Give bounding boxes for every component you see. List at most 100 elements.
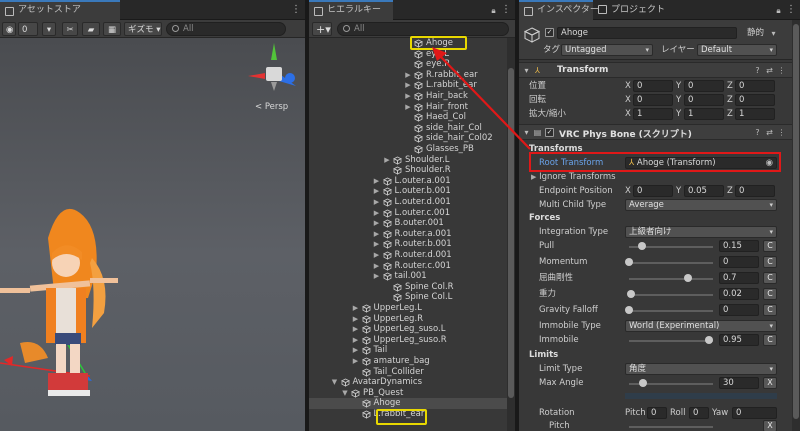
- hierarchy-row[interactable]: ▶ Shoulder.L: [309, 155, 507, 166]
- preset-icon[interactable]: ⇄: [765, 128, 774, 137]
- slider-knob[interactable]: [626, 290, 635, 298]
- foldout-arrow-icon[interactable]: ▶: [373, 250, 381, 261]
- scene-tab-menu-icon[interactable]: ⋮: [291, 3, 301, 17]
- transform-z-field[interactable]: 1: [735, 108, 775, 120]
- foldout-arrow-icon[interactable]: ▾: [522, 128, 531, 137]
- curve-button[interactable]: C: [763, 256, 777, 268]
- max-angle-x-button[interactable]: X: [763, 377, 777, 389]
- foldout-arrow-icon[interactable]: ▶: [373, 186, 381, 197]
- hierarchy-row[interactable]: ▶ L.outer.c.001: [309, 208, 507, 219]
- foldout-arrow-icon[interactable]: ▶: [352, 345, 360, 356]
- slider-value-field[interactable]: 0.7: [719, 272, 759, 284]
- hierarchy-row[interactable]: ▶ L.outer.d.001: [309, 197, 507, 208]
- integration-dropdown[interactable]: 上級者向け ▾: [625, 226, 777, 238]
- transform-header[interactable]: ▾ ⅄ Transform ? ⇄ ⋮: [519, 62, 792, 78]
- foldout-arrow-icon[interactable]: ▶: [373, 261, 381, 272]
- transform-y-field[interactable]: 1: [684, 108, 724, 120]
- foldout-arrow-icon[interactable]: ▶: [373, 197, 381, 208]
- orientation-gizmo[interactable]: [248, 43, 296, 91]
- foldout-arrow-icon[interactable]: ▶: [352, 303, 360, 314]
- lock-icon[interactable]: 🔒︎: [489, 6, 498, 15]
- hierarchy-row[interactable]: Glasses_PB: [309, 144, 507, 155]
- foldout-arrow-icon[interactable]: ▶: [383, 155, 391, 166]
- multi-child-dropdown[interactable]: Average ▾: [625, 199, 777, 211]
- pitch-slider-track[interactable]: [629, 426, 713, 428]
- foldout-arrow-icon[interactable]: ▼: [341, 388, 349, 399]
- layers-count-button[interactable]: 0: [18, 22, 38, 36]
- slider-track[interactable]: [629, 262, 713, 264]
- slider-track[interactable]: [629, 278, 713, 280]
- foldout-arrow-icon[interactable]: ▶: [404, 70, 412, 81]
- max-angle-curve-preview[interactable]: [625, 393, 777, 399]
- foldout-arrow-icon[interactable]: ▼: [331, 377, 339, 388]
- hierarchy-row[interactable]: side_hair_Col: [309, 123, 507, 134]
- hierarchy-row[interactable]: ▶ R.outer.b.001: [309, 239, 507, 250]
- rotation-roll-field[interactable]: 0: [689, 407, 709, 419]
- rotation-yaw-field[interactable]: 0: [732, 407, 777, 419]
- static-dropdown-icon[interactable]: ▾: [769, 29, 778, 38]
- hierarchy-row[interactable]: ▼ AvatarDynamics: [309, 377, 507, 388]
- transform-y-field[interactable]: 0: [684, 80, 724, 92]
- object-name-input[interactable]: Ahoge: [557, 27, 737, 39]
- endpoint-z-field[interactable]: 0: [735, 185, 775, 197]
- transform-z-field[interactable]: 0: [735, 94, 775, 106]
- hierarchy-row[interactable]: ▶ Tail: [309, 345, 507, 356]
- hierarchy-row[interactable]: ▶ R.outer.c.001: [309, 261, 507, 272]
- rotation-pitch-field[interactable]: 0: [647, 407, 667, 419]
- transform-x-field[interactable]: 0: [633, 94, 673, 106]
- component-menu-icon[interactable]: ⋮: [777, 128, 786, 137]
- hierarchy-row[interactable]: ▶ UpperLeg.R: [309, 314, 507, 325]
- hierarchy-row[interactable]: Shoulder.R: [309, 165, 507, 176]
- foldout-arrow-icon[interactable]: ▾: [522, 66, 531, 75]
- curve-button[interactable]: C: [763, 288, 777, 300]
- hierarchy-row[interactable]: ▶ L.outer.a.001: [309, 176, 507, 187]
- hierarchy-row[interactable]: Spine Col.L: [309, 292, 507, 303]
- avatar-model[interactable]: [0, 208, 118, 396]
- hierarchy-row[interactable]: Tail_Collider: [309, 367, 507, 378]
- foldout-arrow-icon[interactable]: ▶: [373, 218, 381, 229]
- hierarchy-row[interactable]: Ahoge: [309, 398, 507, 410]
- foldout-arrow-icon[interactable]: ▶: [373, 176, 381, 187]
- hierarchy-row[interactable]: ▶ Hair_back: [309, 91, 507, 102]
- immobile-slider-knob[interactable]: [704, 336, 713, 344]
- slider-value-field[interactable]: 0.15: [719, 240, 759, 252]
- transform-x-field[interactable]: 0: [633, 80, 673, 92]
- scene-search-input[interactable]: All: [166, 22, 286, 36]
- preset-icon[interactable]: ⇄: [765, 66, 774, 75]
- foldout-arrow-icon[interactable]: ▶: [373, 208, 381, 219]
- physbone-header[interactable]: ▾ ▤ ✓ VRC Phys Bone (スクリプト) ? ⇄ ⋮: [519, 124, 792, 140]
- hierarchy-row[interactable]: ▶ UpperLeg_suso.L: [309, 324, 507, 335]
- pitch-x-button[interactable]: X: [763, 420, 777, 431]
- foldout-arrow-icon[interactable]: ▶: [352, 356, 360, 367]
- immobile-type-dropdown[interactable]: World (Experimental) ▾: [625, 320, 777, 332]
- endpoint-x-field[interactable]: 0: [633, 185, 673, 197]
- hierarchy-scroll-thumb[interactable]: [508, 68, 514, 398]
- lock-icon[interactable]: 🔒︎: [774, 6, 783, 15]
- hierarchy-row[interactable]: Haed_Col: [309, 112, 507, 123]
- transform-x-field[interactable]: 1: [633, 108, 673, 120]
- hierarchy-row[interactable]: ▶ L.outer.b.001: [309, 186, 507, 197]
- visibility-icon[interactable]: ◉: [2, 22, 16, 36]
- component-menu-icon[interactable]: ⋮: [777, 66, 786, 75]
- foldout-arrow-icon[interactable]: ▶: [373, 271, 381, 282]
- foldout-arrow-icon[interactable]: ▶: [404, 91, 412, 102]
- hierarchy-row[interactable]: eye.R: [309, 59, 507, 70]
- limit-type-dropdown[interactable]: 角度 ▾: [625, 363, 777, 375]
- curve-button[interactable]: C: [763, 272, 777, 284]
- immobile-slider-track[interactable]: [629, 340, 713, 342]
- help-icon[interactable]: ?: [753, 128, 762, 137]
- tab-project[interactable]: プロジェクト: [593, 0, 665, 20]
- transform-z-field[interactable]: 0: [735, 80, 775, 92]
- slider-value-field[interactable]: 0.02: [719, 288, 759, 300]
- hierarchy-row[interactable]: side_hair_Col02: [309, 133, 507, 144]
- hierarchy-row[interactable]: Spine Col.R: [309, 282, 507, 293]
- hierarchy-row[interactable]: ▶ UpperLeg_suso.R: [309, 335, 507, 346]
- max-angle-value-field[interactable]: 30: [719, 377, 759, 389]
- hierarchy-row[interactable]: ▶ B.outer.001: [309, 218, 507, 229]
- gizmos-button[interactable]: ギズモ ▾: [124, 22, 162, 36]
- slider-track[interactable]: [629, 294, 713, 296]
- persp-label[interactable]: < Persp: [255, 101, 288, 113]
- hierarchy-row[interactable]: ▶ R.outer.d.001: [309, 250, 507, 261]
- layer-dropdown[interactable]: Default ▾: [697, 44, 777, 56]
- hierarchy-row[interactable]: ▶ amature_bag: [309, 356, 507, 367]
